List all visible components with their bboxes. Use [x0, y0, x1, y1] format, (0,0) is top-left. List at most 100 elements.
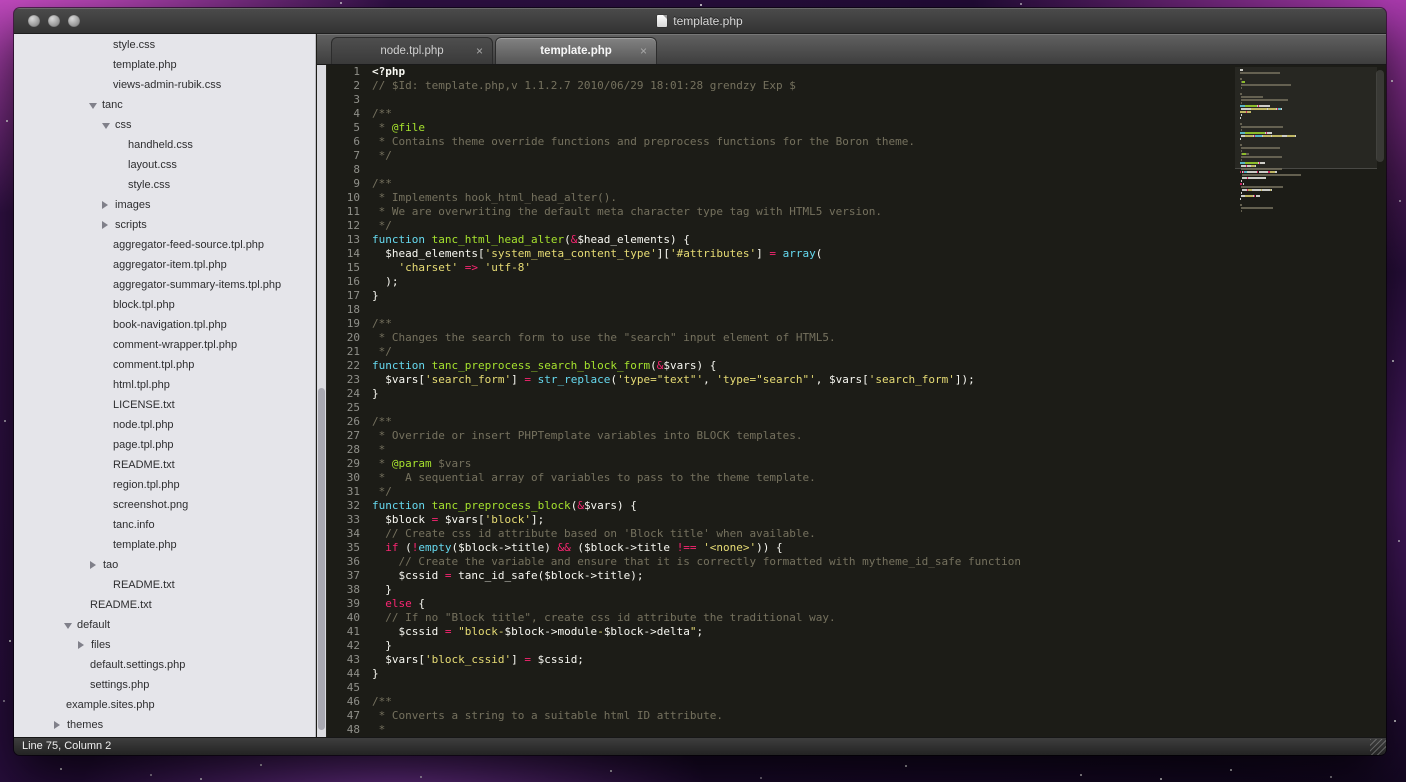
close-tab-icon[interactable]: ×	[476, 44, 483, 58]
code-line-27[interactable]: * Override or insert PHPTemplate variabl…	[372, 429, 1386, 443]
code-line-5[interactable]: * @file	[372, 121, 1386, 135]
code-line-2[interactable]: // $Id: template.php,v 1.1.2.7 2010/06/2…	[372, 79, 1386, 93]
code-line-39[interactable]: else {	[372, 597, 1386, 611]
code-line-17[interactable]: }	[372, 289, 1386, 303]
code-line-12[interactable]: */	[372, 219, 1386, 233]
code-line-13[interactable]: function tanc_html_head_alter(&$head_ele…	[372, 233, 1386, 247]
tree-file-views-admin-rubik.css[interactable]: views-admin-rubik.css	[14, 75, 315, 95]
tree-file-aggregator-item.tpl.php[interactable]: aggregator-item.tpl.php	[14, 255, 315, 275]
code-line-36[interactable]: // Create the variable and ensure that i…	[372, 555, 1386, 569]
sidebar-scrollbar[interactable]	[317, 65, 327, 737]
code-line-48[interactable]: *	[372, 723, 1386, 737]
tree-folder-css[interactable]: css	[14, 115, 315, 135]
tree-file-aggregator-summary-items.tpl.php[interactable]: aggregator-summary-items.tpl.php	[14, 275, 315, 295]
minimap[interactable]	[1240, 69, 1372, 213]
tree-file-README.txt[interactable]: README.txt	[14, 575, 315, 595]
code-editor[interactable]: 1234567891011121314151617181920212223242…	[327, 65, 1386, 737]
tree-file-handheld.css[interactable]: handheld.css	[14, 135, 315, 155]
code-line-46[interactable]: /**	[372, 695, 1386, 709]
tree-file-book-navigation.tpl.php[interactable]: book-navigation.tpl.php	[14, 315, 315, 335]
code-line-15[interactable]: 'charset' => 'utf-8'	[372, 261, 1386, 275]
code-line-41[interactable]: $cssid = "block-$block->module-$block->d…	[372, 625, 1386, 639]
code-line-22[interactable]: function tanc_preprocess_search_block_fo…	[372, 359, 1386, 373]
code-line-18[interactable]	[372, 303, 1386, 317]
code-line-10[interactable]: * Implements hook_html_head_alter().	[372, 191, 1386, 205]
sidebar-scrollbar-thumb[interactable]	[318, 388, 325, 731]
code-line-14[interactable]: $head_elements['system_meta_content_type…	[372, 247, 1386, 261]
close-tab-icon[interactable]: ×	[640, 44, 647, 58]
tree-file-layout.css[interactable]: layout.css	[14, 155, 315, 175]
code-line-16[interactable]: );	[372, 275, 1386, 289]
code-line-31[interactable]: */	[372, 485, 1386, 499]
code-line-32[interactable]: function tanc_preprocess_block(&$vars) {	[372, 499, 1386, 513]
tree-folder-scripts[interactable]: scripts	[14, 215, 315, 235]
disclosure-open-icon[interactable]	[89, 103, 97, 109]
tree-file-style.css[interactable]: style.css	[14, 35, 315, 55]
tab-template-php[interactable]: template.php ×	[495, 37, 657, 64]
code-line-20[interactable]: * Changes the search form to use the "se…	[372, 331, 1386, 345]
code-line-44[interactable]: }	[372, 667, 1386, 681]
tree-file-LICENSE.txt[interactable]: LICENSE.txt	[14, 395, 315, 415]
disclosure-closed-icon[interactable]	[102, 201, 108, 209]
code-line-43[interactable]: $vars['block_cssid'] = $cssid;	[372, 653, 1386, 667]
code-line-38[interactable]: }	[372, 583, 1386, 597]
tree-folder-default[interactable]: default	[14, 615, 315, 635]
editor-scrollbar[interactable]	[1374, 65, 1386, 737]
resize-grip[interactable]	[1370, 739, 1386, 755]
code-content[interactable]: <?php// $Id: template.php,v 1.1.2.7 2010…	[372, 65, 1386, 737]
code-line-23[interactable]: $vars['search_form'] = str_replace('type…	[372, 373, 1386, 387]
tree-folder-files[interactable]: files	[14, 635, 315, 655]
tree-file-README.txt[interactable]: README.txt	[14, 455, 315, 475]
tree-file-README.txt[interactable]: README.txt	[14, 595, 315, 615]
tree-file-example.sites.php[interactable]: example.sites.php	[14, 695, 315, 715]
code-line-6[interactable]: * Contains theme override functions and …	[372, 135, 1386, 149]
disclosure-closed-icon[interactable]	[78, 641, 84, 649]
tree-file-tanc.info[interactable]: tanc.info	[14, 515, 315, 535]
tree-file-settings.php[interactable]: settings.php	[14, 675, 315, 695]
code-line-8[interactable]	[372, 163, 1386, 177]
code-line-25[interactable]	[372, 401, 1386, 415]
tree-file-page.tpl.php[interactable]: page.tpl.php	[14, 435, 315, 455]
code-line-37[interactable]: $cssid = tanc_id_safe($block->title);	[372, 569, 1386, 583]
code-line-1[interactable]: <?php	[372, 65, 1386, 79]
code-line-3[interactable]	[372, 93, 1386, 107]
tree-file-screenshot.png[interactable]: screenshot.png	[14, 495, 315, 515]
code-line-40[interactable]: // If no "Block title", create css id at…	[372, 611, 1386, 625]
code-line-7[interactable]: */	[372, 149, 1386, 163]
code-line-19[interactable]: /**	[372, 317, 1386, 331]
tree-file-template.php[interactable]: template.php	[14, 535, 315, 555]
tree-file-block.tpl.php[interactable]: block.tpl.php	[14, 295, 315, 315]
editor-scrollbar-thumb[interactable]	[1376, 70, 1384, 162]
tree-file-default.settings.php[interactable]: default.settings.php	[14, 655, 315, 675]
code-line-11[interactable]: * We are overwriting the default meta ch…	[372, 205, 1386, 219]
code-line-30[interactable]: * A sequential array of variables to pas…	[372, 471, 1386, 485]
code-line-28[interactable]: *	[372, 443, 1386, 457]
code-line-4[interactable]: /**	[372, 107, 1386, 121]
tree-file-comment.tpl.php[interactable]: comment.tpl.php	[14, 355, 315, 375]
disclosure-open-icon[interactable]	[64, 623, 72, 629]
code-line-45[interactable]	[372, 681, 1386, 695]
tree-file-aggregator-feed-source.tpl.php[interactable]: aggregator-feed-source.tpl.php	[14, 235, 315, 255]
tree-file-html.tpl.php[interactable]: html.tpl.php	[14, 375, 315, 395]
code-line-26[interactable]: /**	[372, 415, 1386, 429]
minimap-viewport[interactable]	[1235, 67, 1377, 169]
tree-file-style.css[interactable]: style.css	[14, 175, 315, 195]
code-line-33[interactable]: $block = $vars['block'];	[372, 513, 1386, 527]
window-titlebar[interactable]: template.php	[14, 8, 1386, 34]
tree-folder-tanc[interactable]: tanc	[14, 95, 315, 115]
code-line-24[interactable]: }	[372, 387, 1386, 401]
code-line-47[interactable]: * Converts a string to a suitable html I…	[372, 709, 1386, 723]
code-line-35[interactable]: if (!empty($block->title) && ($block->ti…	[372, 541, 1386, 555]
code-line-42[interactable]: }	[372, 639, 1386, 653]
code-line-34[interactable]: // Create css id attribute based on 'Blo…	[372, 527, 1386, 541]
tree-file-region.tpl.php[interactable]: region.tpl.php	[14, 475, 315, 495]
disclosure-open-icon[interactable]	[102, 123, 110, 129]
code-line-29[interactable]: * @param $vars	[372, 457, 1386, 471]
code-line-21[interactable]: */	[372, 345, 1386, 359]
tree-file-node.tpl.php[interactable]: node.tpl.php	[14, 415, 315, 435]
disclosure-closed-icon[interactable]	[90, 561, 96, 569]
tree-file-template.php[interactable]: template.php	[14, 55, 315, 75]
disclosure-closed-icon[interactable]	[102, 221, 108, 229]
code-line-9[interactable]: /**	[372, 177, 1386, 191]
tree-folder-themes[interactable]: themes	[14, 715, 315, 735]
